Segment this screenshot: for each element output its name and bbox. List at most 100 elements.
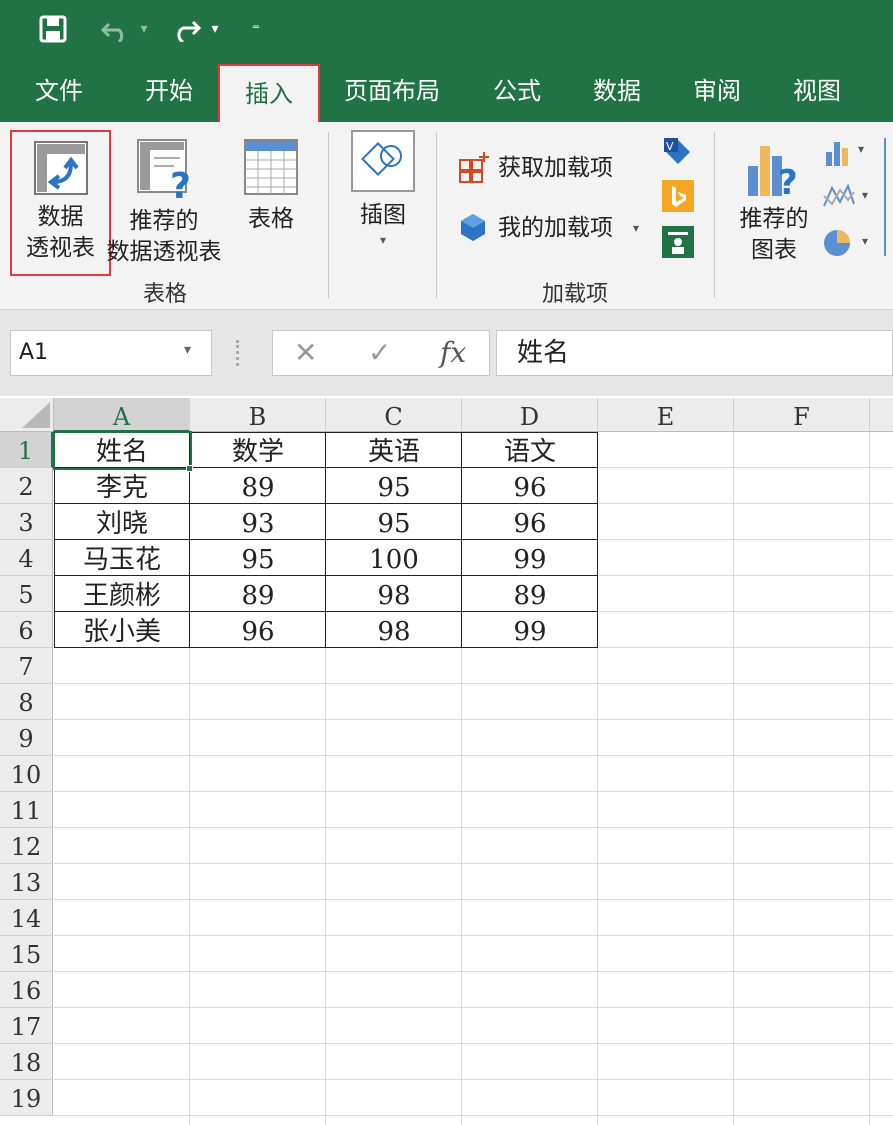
row-header-1[interactable]: 1 [0, 432, 53, 468]
cell-b2[interactable]: 89 [190, 468, 326, 504]
cell-d6[interactable]: 99 [462, 612, 598, 648]
select-all-button[interactable] [0, 398, 54, 432]
grid-line [54, 827, 893, 828]
cell-a6[interactable]: 张小美 [54, 612, 190, 648]
row-header-13[interactable]: 13 [0, 864, 53, 900]
cell-a2[interactable]: 李克 [54, 468, 190, 504]
column-chart-icon[interactable] [822, 138, 852, 168]
customize-qat-icon[interactable]: ⁼ [246, 14, 266, 44]
line-chart-dropdown-icon[interactable]: ▾ [862, 188, 868, 202]
grid-line [54, 755, 893, 756]
row-header-3[interactable]: 3 [0, 504, 53, 540]
grid-line [54, 971, 893, 972]
name-box[interactable]: A1 [10, 330, 212, 376]
recommended-charts-label-2: 图表 [751, 237, 797, 263]
row-header-9[interactable]: 9 [0, 720, 53, 756]
row-header-10[interactable]: 10 [0, 756, 53, 792]
my-addins-button[interactable]: 我的加载项 ▾ [458, 210, 654, 246]
cell-b6[interactable]: 96 [190, 612, 326, 648]
cell-d4[interactable]: 99 [462, 540, 598, 576]
visio-icon[interactable]: V [662, 136, 694, 168]
tab-view[interactable]: 视图 [774, 60, 860, 122]
cell-a5[interactable]: 王颜彬 [54, 576, 190, 612]
pivot-table-button[interactable]: 数据 透视表 [10, 130, 111, 276]
recommended-pivot-icon: ? [134, 138, 194, 207]
tab-page-layout[interactable]: 页面布局 [334, 60, 450, 122]
fill-handle[interactable] [186, 465, 193, 472]
tab-home[interactable]: 开始 [124, 60, 214, 122]
enter-icon[interactable]: ✓ [368, 334, 391, 372]
cell-c4[interactable]: 100 [326, 540, 462, 576]
row-header-6[interactable]: 6 [0, 612, 53, 648]
row-header-11[interactable]: 11 [0, 792, 53, 828]
people-graph-icon[interactable] [662, 226, 694, 258]
row-header-19[interactable]: 19 [0, 1080, 53, 1116]
row-header-16[interactable]: 16 [0, 972, 53, 1008]
row-header-7[interactable]: 7 [0, 648, 53, 684]
table-icon [243, 138, 299, 196]
column-header-a[interactable]: A [54, 398, 190, 432]
column-header-e[interactable]: E [598, 398, 734, 432]
column-chart-dropdown-icon[interactable]: ▾ [858, 142, 864, 156]
row-header-12[interactable]: 12 [0, 828, 53, 864]
grid-line [54, 719, 893, 720]
column-header-d[interactable]: D [462, 398, 598, 432]
cell-d1[interactable]: 语文 [462, 432, 598, 468]
column-header-b[interactable]: B [190, 398, 326, 432]
table-button[interactable]: 表格 [232, 132, 310, 242]
cell-b4[interactable]: 95 [190, 540, 326, 576]
pie-chart-icon[interactable] [822, 228, 852, 258]
redo-dropdown-icon[interactable]: ▾ [206, 14, 224, 44]
row-header-5[interactable]: 5 [0, 576, 53, 612]
my-addins-icon [458, 212, 492, 244]
get-addins-button[interactable]: 获取加载项 [458, 150, 648, 186]
row-header-17[interactable]: 17 [0, 1008, 53, 1044]
tab-formulas[interactable]: 公式 [474, 60, 560, 122]
row-header-18[interactable]: 18 [0, 1044, 53, 1080]
cell-a4[interactable]: 马玉花 [54, 540, 190, 576]
column-header-g[interactable] [870, 398, 893, 432]
formula-input[interactable]: 姓名 [496, 330, 893, 376]
cell-a1[interactable]: 姓名 [54, 432, 190, 468]
row-header-2[interactable]: 2 [0, 468, 53, 504]
undo-icon[interactable] [96, 14, 136, 44]
cell-b3[interactable]: 93 [190, 504, 326, 540]
line-chart-icon[interactable] [822, 182, 856, 212]
recommended-pivot-button[interactable]: ? 推荐的 数据透视表 [104, 132, 224, 274]
cell-d5[interactable]: 89 [462, 576, 598, 612]
tab-review[interactable]: 审阅 [674, 60, 760, 122]
svg-text:?: ? [170, 166, 191, 198]
cell-c6[interactable]: 98 [326, 612, 462, 648]
save-icon[interactable] [36, 14, 70, 44]
illustrations-button[interactable]: 插图 ▾ [344, 130, 422, 260]
cell-c2[interactable]: 95 [326, 468, 462, 504]
name-box-dropdown-icon[interactable]: ▾ [184, 342, 191, 358]
cell-d2[interactable]: 96 [462, 468, 598, 504]
illustrations-label: 插图 [360, 202, 406, 228]
formula-bar-grip[interactable] [236, 340, 242, 366]
column-header-c[interactable]: C [326, 398, 462, 432]
column-header-f[interactable]: F [734, 398, 870, 432]
cell-a3[interactable]: 刘晓 [54, 504, 190, 540]
cell-d3[interactable]: 96 [462, 504, 598, 540]
cell-b5[interactable]: 89 [190, 576, 326, 612]
pie-chart-dropdown-icon[interactable]: ▾ [862, 234, 868, 248]
recommended-charts-button[interactable]: ? 推荐的 图表 [732, 132, 816, 264]
cell-c3[interactable]: 95 [326, 504, 462, 540]
insert-function-icon[interactable]: fx [440, 334, 466, 372]
tab-data[interactable]: 数据 [574, 60, 660, 122]
redo-icon[interactable] [166, 14, 206, 44]
bing-maps-icon[interactable] [662, 180, 694, 212]
cell-c5[interactable]: 98 [326, 576, 462, 612]
more-charts-icon[interactable] [884, 138, 893, 256]
tab-file[interactable]: 文件 [14, 60, 104, 122]
cell-c1[interactable]: 英语 [326, 432, 462, 468]
row-header-15[interactable]: 15 [0, 936, 53, 972]
undo-dropdown-icon[interactable]: ▾ [136, 14, 152, 44]
cell-b1[interactable]: 数学 [190, 432, 326, 468]
row-header-14[interactable]: 14 [0, 900, 53, 936]
row-header-8[interactable]: 8 [0, 684, 53, 720]
cancel-icon[interactable]: ✕ [294, 334, 317, 372]
row-header-4[interactable]: 4 [0, 540, 53, 576]
grid-line [54, 1043, 893, 1044]
